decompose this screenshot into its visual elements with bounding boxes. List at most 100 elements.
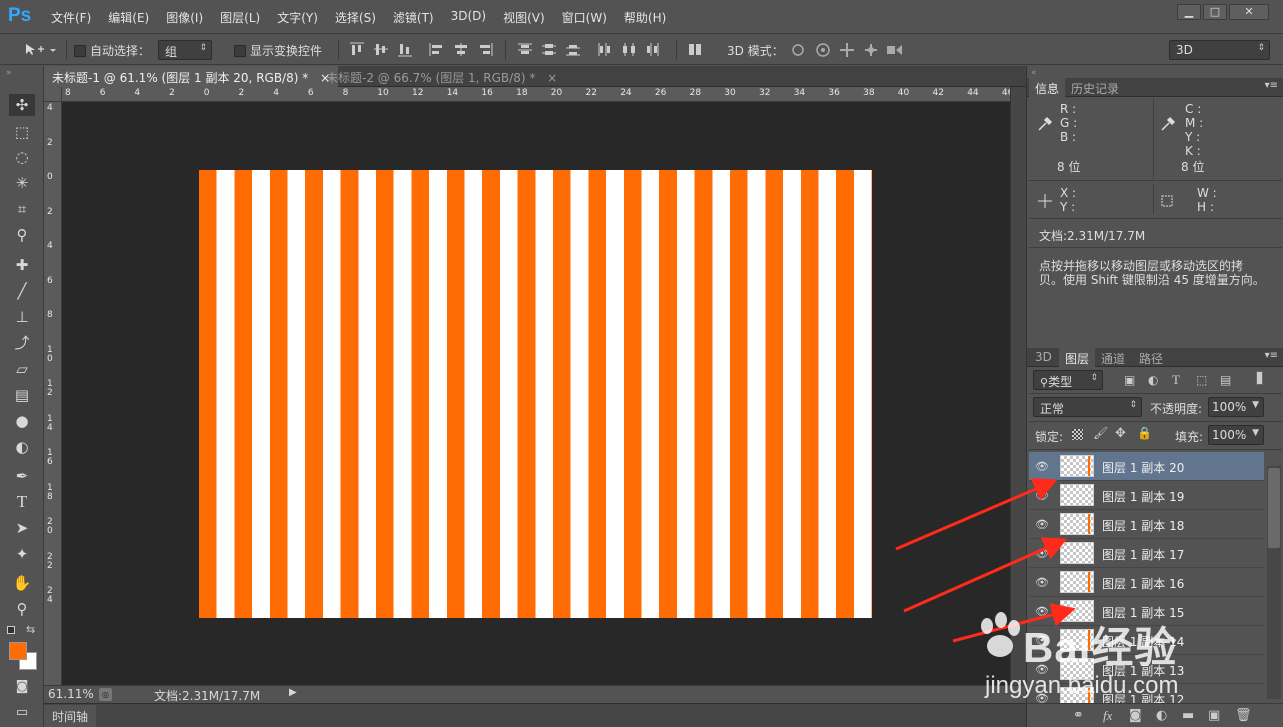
layer-name[interactable]: 图层 1 副本 18 — [1102, 517, 1184, 534]
filter-toggle-icon[interactable] — [1256, 371, 1263, 385]
menu-3d[interactable]: 3D(D) — [451, 9, 486, 26]
visibility-eye-icon[interactable]: 👁 — [1032, 547, 1052, 560]
layer-thumbnail[interactable] — [1060, 484, 1094, 506]
tab-history[interactable]: 历史记录 — [1065, 78, 1125, 97]
layer-row[interactable]: 👁 图层 1 副本 18 — [1029, 510, 1264, 539]
menu-help[interactable]: 帮助(H) — [624, 9, 666, 26]
filter-type-icon[interactable]: T — [1172, 372, 1180, 388]
history-brush-tool-icon[interactable]: ⤴ — [9, 332, 35, 354]
opacity-field[interactable]: 100% ▼ — [1208, 397, 1264, 417]
workspace-dropdown[interactable]: 3D ⇕ — [1169, 40, 1270, 60]
layers-scrollbar-thumb[interactable] — [1268, 468, 1280, 548]
path-selection-tool-icon[interactable]: ➤ — [9, 517, 35, 539]
layer-name[interactable]: 图层 1 副本 20 — [1102, 459, 1184, 476]
crop-tool-icon[interactable]: ⌗ — [9, 198, 35, 220]
3d-scale-icon[interactable] — [885, 42, 905, 57]
trash-icon[interactable]: 🗑 — [1235, 708, 1252, 723]
align-top-icon[interactable] — [349, 42, 365, 57]
align-vcenter-icon[interactable] — [373, 42, 389, 57]
document-canvas[interactable] — [199, 170, 872, 618]
blend-mode-dropdown[interactable]: 正常 ⇕ — [1033, 397, 1142, 417]
horizontal-ruler[interactable]: 8 6 4 2 0 2 4 6 8 10 12 14 16 18 20 22 24 26 28 30 32 34 36 38 4… — [62, 87, 1010, 102]
lock-pixels-icon[interactable]: 🖌 — [1093, 426, 1108, 440]
layer-name[interactable]: 图层 1 副本 19 — [1102, 488, 1184, 505]
menu-edit[interactable]: 编辑(E) — [108, 9, 149, 26]
pen-tool-icon[interactable]: ✒ — [9, 465, 35, 487]
filter-adjustment-icon[interactable]: ◐ — [1148, 373, 1158, 387]
screen-mode-icon[interactable]: ▭ — [9, 702, 35, 724]
brush-tool-icon[interactable]: ╱ — [9, 280, 35, 302]
tab-close-icon[interactable]: × — [547, 71, 557, 85]
fill-field[interactable]: 100% ▼ — [1208, 425, 1264, 445]
layer-thumbnail[interactable] — [1060, 542, 1094, 564]
ruler-origin[interactable] — [44, 87, 62, 102]
fx-icon[interactable]: fx — [1103, 708, 1112, 724]
tab-document-1[interactable]: 未标题-1 @ 61.1% (图层 1 副本 20, RGB/8) * × — [44, 66, 339, 87]
foreground-color-swatch[interactable] — [9, 642, 27, 660]
eraser-tool-icon[interactable]: ▱ — [9, 358, 35, 380]
menu-file[interactable]: 文件(F) — [51, 9, 91, 26]
tab-paths[interactable]: 路径 — [1133, 348, 1169, 367]
folder-icon[interactable]: ▬ — [1182, 708, 1194, 723]
layer-filter-dropdown[interactable]: ⚲类型 ⇕ — [1033, 370, 1103, 390]
panel-collapse-icon[interactable]: « — [1031, 68, 1037, 78]
visibility-eye-icon[interactable]: 👁 — [1032, 576, 1052, 589]
lock-transparent-icon[interactable] — [1072, 429, 1083, 440]
hand-tool-icon[interactable]: ✋ — [9, 572, 35, 594]
maximize-button[interactable]: □ — [1203, 4, 1227, 20]
swap-colors-icon[interactable]: ⇆ — [26, 623, 35, 636]
auto-select-dropdown[interactable]: 组 ⇕ — [158, 40, 212, 60]
move-tool-icon[interactable]: ✣ — [9, 94, 35, 116]
dodge-tool-icon[interactable]: ◐ — [9, 436, 35, 458]
move-tool-preset-icon[interactable] — [24, 43, 60, 57]
layer-row[interactable]: 👁 图层 1 副本 19 — [1029, 481, 1264, 510]
default-colors-icon[interactable] — [7, 626, 15, 634]
type-tool-icon[interactable]: T — [9, 491, 35, 513]
visibility-eye-icon[interactable]: 👁 — [1032, 460, 1052, 473]
tab-timeline[interactable]: 时间轴 — [44, 705, 97, 727]
zoom-tool-icon[interactable]: ⚲ — [9, 598, 35, 620]
canvas-workspace[interactable] — [62, 102, 1010, 685]
healing-brush-tool-icon[interactable]: ✚ — [9, 254, 35, 276]
filter-pixel-icon[interactable]: ▣ — [1124, 373, 1135, 387]
shape-tool-icon[interactable]: ✦ — [9, 543, 35, 565]
chevron-down-icon[interactable]: ▼ — [1252, 428, 1259, 438]
gradient-tool-icon[interactable]: ▤ — [9, 384, 35, 406]
tab-document-2[interactable]: 未标题-2 @ 66.7% (图层 1, RGB/8) * × — [318, 66, 565, 87]
minimize-button[interactable]: ▁ — [1177, 4, 1201, 20]
panel-menu-icon[interactable]: ▾≡ — [1265, 350, 1278, 361]
show-transform-checkbox[interactable]: 显示变换控件 — [234, 42, 322, 59]
magic-wand-tool-icon[interactable]: ✳ — [9, 172, 35, 194]
menu-type[interactable]: 文字(Y) — [277, 9, 318, 26]
3d-slide-icon[interactable] — [861, 42, 881, 57]
adjustment-icon[interactable]: ◐ — [1156, 708, 1167, 723]
quick-mask-icon[interactable]: ◙ — [9, 676, 35, 698]
visibility-eye-icon[interactable]: 👁 — [1032, 489, 1052, 502]
menu-layer[interactable]: 图层(L) — [220, 9, 260, 26]
auto-select-checkbox[interactable]: 自动选择： — [74, 42, 150, 59]
marquee-tool-icon[interactable]: ⬚ — [9, 121, 35, 143]
panel-collapse-icon[interactable]: » — [6, 68, 12, 78]
eyedropper-tool-icon[interactable]: ⚲ — [9, 224, 35, 246]
distribute-top-icon[interactable] — [517, 42, 533, 57]
clone-stamp-tool-icon[interactable]: ⊥ — [9, 306, 35, 328]
zoom-level[interactable]: 61.11% — [48, 687, 94, 701]
chevron-down-icon[interactable]: ▼ — [1252, 400, 1259, 410]
menu-window[interactable]: 窗口(W) — [562, 9, 607, 26]
tab-layers[interactable]: 图层 — [1059, 348, 1096, 367]
distribute-right-icon[interactable] — [645, 42, 661, 57]
visibility-eye-icon[interactable]: 👁 — [1032, 518, 1052, 531]
panel-menu-icon[interactable]: ▾≡ — [1265, 80, 1278, 91]
tab-info[interactable]: 信息 — [1029, 78, 1066, 97]
menu-select[interactable]: 选择(S) — [335, 9, 376, 26]
status-menu-arrow-icon[interactable]: ▶ — [289, 687, 297, 698]
status-share-icon[interactable]: ◎ — [99, 688, 112, 701]
close-button[interactable]: ✕ — [1229, 4, 1269, 20]
lock-position-icon[interactable]: ✥ — [1115, 426, 1126, 441]
layer-name[interactable]: 图层 1 副本 17 — [1102, 546, 1184, 563]
layer-thumbnail[interactable] — [1060, 513, 1094, 535]
menu-image[interactable]: 图像(I) — [166, 9, 203, 26]
distribute-vcenter-icon[interactable] — [541, 42, 557, 57]
3d-pan-icon[interactable] — [837, 42, 857, 57]
align-bottom-icon[interactable] — [397, 42, 413, 57]
